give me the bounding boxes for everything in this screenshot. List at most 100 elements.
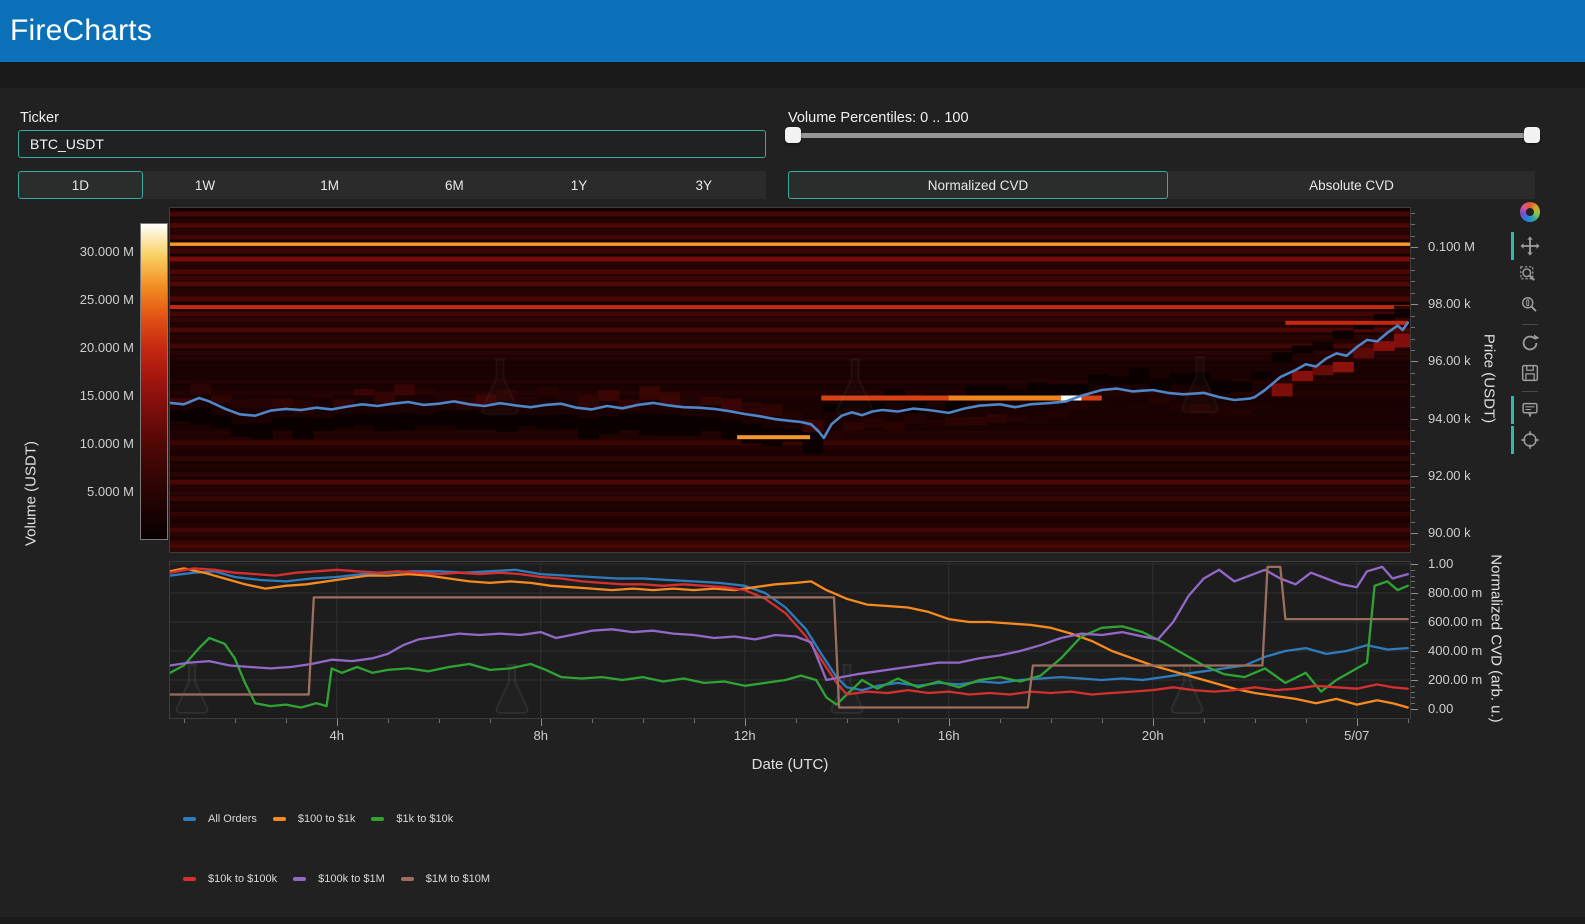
legend-swatch	[293, 877, 306, 881]
price-axis-minor-tick	[1411, 510, 1415, 511]
x-tick-label: 20h	[1123, 728, 1183, 743]
volume-tick-label: 25.000 M	[40, 292, 134, 307]
absolute-cvd-button[interactable]: Absolute CVD	[1168, 171, 1535, 199]
x-axis-minor-tick	[1051, 719, 1052, 723]
range-button-1y[interactable]: 1Y	[517, 171, 642, 199]
cvd-axis-minor-tick	[1411, 686, 1415, 687]
volume-percentiles-slider[interactable]	[785, 126, 1540, 144]
volume-colorbar	[140, 223, 168, 540]
cvd-axis-minor-tick	[1411, 570, 1415, 571]
box-zoom-icon	[1519, 265, 1541, 287]
bokeh-logo[interactable]	[1520, 202, 1540, 222]
cvd-axis-minor-tick	[1411, 587, 1415, 588]
legend-swatch	[371, 817, 384, 821]
range-button-3y[interactable]: 3Y	[641, 171, 766, 199]
x-axis-minor-tick	[1408, 719, 1409, 723]
volume-tick-label: 10.000 M	[40, 436, 134, 451]
price-axis-minor-tick	[1411, 499, 1415, 500]
box-zoom-tool-button[interactable]	[1515, 261, 1545, 291]
price-axis-title: Price (USDT)	[1481, 269, 1498, 489]
volume-tick-label: 5.000 M	[40, 484, 134, 499]
x-axis-tick	[1153, 719, 1154, 726]
x-axis-minor-tick	[286, 719, 287, 723]
cvd-axis-minor-tick	[1411, 703, 1415, 704]
cvd-axis-minor-tick	[1411, 599, 1415, 600]
reset-icon	[1519, 332, 1541, 354]
x-axis-minor-tick	[694, 719, 695, 723]
legend-swatch	[273, 817, 286, 821]
cvd-mode-group: Normalized CVD Absolute CVD	[788, 171, 1535, 199]
volume-tick-label: 20.000 M	[40, 340, 134, 355]
x-axis-minor-tick	[847, 719, 848, 723]
plot-toolbar	[1512, 202, 1548, 455]
cvd-axis-tick	[1411, 622, 1418, 623]
price-tick-label: 90.00 k	[1428, 525, 1471, 540]
price-axis-minor-tick	[1411, 441, 1415, 442]
range-button-6m[interactable]: 6M	[392, 171, 517, 199]
price-axis-minor-tick	[1411, 339, 1415, 340]
save-icon	[1519, 362, 1541, 384]
cvd-axis-minor-tick	[1411, 668, 1415, 669]
price-axis-tick	[1411, 533, 1418, 534]
legend-item: $100 to $1k	[273, 813, 356, 825]
slider-track[interactable]	[793, 133, 1532, 138]
price-axis-minor-tick	[1411, 236, 1415, 237]
price-tick-label: 98.00 k	[1428, 296, 1471, 311]
price-axis-minor-tick	[1411, 213, 1415, 214]
x-axis-minor-tick	[184, 719, 185, 723]
wheel-zoom-tool-button[interactable]	[1515, 291, 1545, 321]
price-axis-minor-tick	[1411, 544, 1415, 545]
cvd-tick-label: 200.00 m	[1428, 672, 1482, 687]
legend-item: $1M to $10M	[401, 873, 490, 885]
price-axis-minor-tick	[1411, 464, 1415, 465]
pan-tool-button[interactable]	[1515, 231, 1545, 261]
cvd-axis-minor-tick	[1411, 581, 1415, 582]
price-axis-minor-tick	[1411, 407, 1415, 408]
cvd-axis-minor-tick	[1411, 663, 1415, 664]
volume-tick-label: 15.000 M	[40, 388, 134, 403]
hover-icon	[1519, 399, 1541, 421]
price-axis-tick	[1411, 304, 1418, 305]
x-axis-minor-tick	[388, 719, 389, 723]
cvd-axis-minor-tick	[1411, 657, 1415, 658]
x-tick-label: 5/07	[1327, 728, 1387, 743]
price-axis-minor-tick	[1411, 270, 1415, 271]
legend-row-2: $10k to $100k $100k to $1M $1M to $10M	[183, 873, 490, 885]
hover-tool-button[interactable]	[1515, 395, 1545, 425]
slider-handle-max[interactable]	[1524, 127, 1540, 143]
crosshair-icon	[1519, 429, 1541, 451]
header-divider	[0, 62, 1585, 88]
range-button-1w[interactable]: 1W	[143, 171, 268, 199]
cvd-axis-tick	[1411, 593, 1418, 594]
x-axis-tick	[949, 719, 950, 726]
x-tick-label: 4h	[307, 728, 367, 743]
ticker-input[interactable]	[18, 130, 766, 158]
price-axis-minor-tick	[1411, 327, 1415, 328]
active-tool-indicator	[1511, 396, 1514, 424]
app-title: FireCharts	[10, 0, 152, 62]
legend-item: $100k to $1M	[293, 873, 385, 885]
price-axis-minor-tick	[1411, 293, 1415, 294]
toolbar-separator	[1522, 324, 1538, 325]
range-button-1d[interactable]: 1D	[18, 171, 143, 199]
volume-percentiles-label: Volume Percentiles: 0 .. 100	[788, 110, 969, 126]
cvd-axis-minor-tick	[1411, 674, 1415, 675]
x-axis-minor-tick	[643, 719, 644, 723]
cvd-axis-tick	[1411, 564, 1418, 565]
x-axis-minor-tick	[898, 719, 899, 723]
legend-item: $10k to $100k	[183, 873, 277, 885]
reset-tool-button[interactable]	[1515, 328, 1545, 358]
x-axis-minor-tick	[235, 719, 236, 723]
crosshair-tool-button[interactable]	[1515, 425, 1545, 455]
save-tool-button[interactable]	[1515, 358, 1545, 388]
price-volume-heatmap[interactable]	[170, 208, 1410, 552]
price-axis-tick	[1411, 361, 1418, 362]
slider-handle-min[interactable]	[785, 127, 801, 143]
pan-icon	[1519, 235, 1541, 257]
cvd-axis-minor-tick	[1411, 605, 1415, 606]
normalized-cvd-chart[interactable]	[170, 562, 1410, 718]
normalized-cvd-button[interactable]: Normalized CVD	[788, 171, 1168, 199]
app-header: FireCharts	[0, 0, 1585, 62]
cvd-axis-minor-tick	[1411, 645, 1415, 646]
range-button-1m[interactable]: 1M	[267, 171, 392, 199]
